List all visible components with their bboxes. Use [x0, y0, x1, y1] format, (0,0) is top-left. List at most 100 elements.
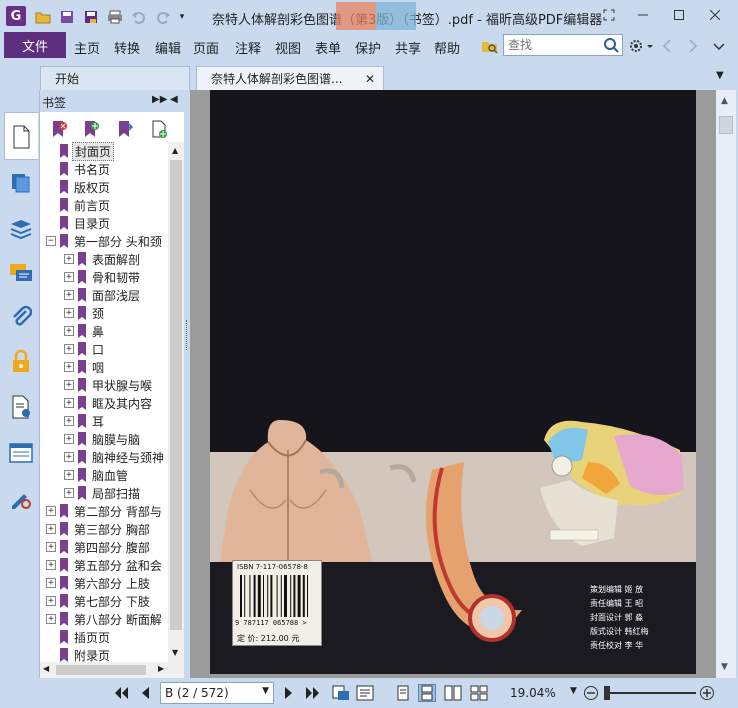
expand-node-icon[interactable]: + — [46, 524, 56, 534]
bookmark-item[interactable]: + 第七部分 下肢 — [46, 592, 152, 610]
bookmark-item[interactable]: 附录页 — [46, 646, 112, 662]
comments-icon[interactable] — [8, 260, 34, 286]
document-scroll-thumb[interactable] — [719, 116, 733, 134]
save-icon[interactable] — [58, 8, 76, 26]
expand-node-icon[interactable]: + — [64, 272, 74, 282]
signature-pen-icon[interactable] — [8, 486, 34, 512]
tab-start[interactable]: 开始 — [40, 66, 190, 90]
print-icon[interactable] — [106, 8, 124, 26]
bookmark-item[interactable]: + 眶及其内容 — [64, 394, 154, 412]
maximize-button[interactable] — [668, 6, 690, 24]
menu-tab-share[interactable]: 共享 — [395, 38, 421, 57]
expand-node-icon[interactable]: + — [64, 416, 74, 426]
expand-node-icon[interactable]: + — [46, 596, 56, 606]
bookmark-item[interactable]: 版权页 — [46, 178, 112, 196]
close-tab-icon[interactable]: ✕ — [365, 72, 375, 86]
tab-document[interactable]: 奈特人体解剖彩色图谱... ✕ — [196, 66, 384, 90]
menu-tab-convert[interactable]: 转换 — [114, 38, 140, 57]
document-vertical-scrollbar[interactable]: ▲ ▼ — [716, 90, 736, 678]
single-page-view-icon[interactable] — [394, 684, 412, 702]
panel-options-icon[interactable]: ▶▶ — [152, 94, 167, 105]
close-window-button[interactable] — [704, 6, 726, 24]
zoom-slider-thumb[interactable] — [604, 686, 610, 700]
bookmark-item[interactable]: 书名页 — [46, 160, 112, 178]
bookmark-item[interactable]: + 第四部分 腹部 — [46, 538, 152, 556]
zoom-slider-track[interactable] — [604, 692, 696, 694]
zoom-out-icon[interactable] — [582, 684, 600, 702]
scroll-left-icon[interactable]: ◀ — [43, 664, 49, 673]
bookmark-item[interactable]: + 骨和韧带 — [64, 268, 142, 286]
bookmark-item[interactable]: + 第五部分 盆和会 — [46, 556, 164, 574]
attachments-paperclip-icon[interactable] — [8, 304, 34, 330]
bookmark-item[interactable]: 目录页 — [46, 214, 112, 232]
file-menu-tab[interactable]: 文件 — [4, 32, 66, 58]
expand-node-icon[interactable]: + — [64, 290, 74, 300]
page-number-selector[interactable]: B (2 / 572) ▼ — [160, 682, 274, 704]
layers-pages-icon[interactable] — [8, 170, 34, 196]
bookmark-item[interactable]: − 第一部分 头和颈 — [46, 232, 164, 250]
expand-node-icon[interactable]: + — [46, 614, 56, 624]
bookmark-item[interactable]: + 咽 — [64, 358, 106, 376]
scroll-right-icon[interactable]: ▶ — [158, 664, 164, 673]
document-view[interactable]: 策划编辑 姬 放 责任编辑 王 昭 封面设计 郭 淼 版式设计 韩红梅 责任校对… — [190, 90, 716, 678]
expand-node-icon[interactable]: + — [64, 452, 74, 462]
expand-node-icon[interactable]: + — [64, 488, 74, 498]
previous-page-icon[interactable] — [136, 684, 154, 702]
continuous-view-icon[interactable] — [418, 684, 436, 702]
add-bookmark-icon[interactable] — [80, 118, 102, 140]
zoom-dropdown-icon[interactable]: ▼ — [570, 686, 577, 696]
facing-view-icon[interactable] — [444, 684, 462, 702]
new-bookmark-page-icon[interactable] — [148, 118, 170, 140]
redo-icon[interactable] — [154, 8, 172, 26]
bookmark-horizontal-scrollbar[interactable]: ◀ ▶ — [40, 662, 184, 678]
first-page-icon[interactable] — [112, 684, 130, 702]
zoom-level[interactable]: 19.04% — [510, 686, 556, 700]
bookmark-item[interactable]: + 第三部分 胸部 — [46, 520, 152, 538]
delete-bookmark-icon[interactable] — [48, 118, 70, 140]
content-search-icon[interactable] — [8, 394, 34, 420]
expand-node-icon[interactable]: + — [64, 308, 74, 318]
bookmark-item[interactable]: + 口 — [64, 340, 106, 358]
fields-list-icon[interactable] — [8, 440, 34, 466]
search-icon[interactable] — [602, 36, 620, 54]
menu-tab-view[interactable]: 视图 — [275, 38, 301, 57]
nav-forward-icon[interactable] — [686, 38, 700, 54]
expand-node-icon[interactable]: + — [64, 398, 74, 408]
fullscreen-icon[interactable] — [598, 6, 620, 24]
bookmark-item[interactable]: 插页页 — [46, 628, 112, 646]
expand-node-icon[interactable]: + — [64, 362, 74, 372]
expand-node-icon[interactable]: + — [64, 470, 74, 480]
scroll-down-icon[interactable]: ▼ — [172, 648, 178, 657]
bookmark-item[interactable]: 封面页 — [46, 142, 115, 161]
bookmark-item[interactable]: + 表面解剖 — [64, 250, 142, 268]
bookmark-item[interactable]: + 局部扫描 — [64, 484, 142, 502]
save-as-icon[interactable] — [82, 8, 100, 26]
last-page-icon[interactable] — [304, 684, 322, 702]
bookmark-item[interactable]: + 脑血管 — [64, 466, 130, 484]
expand-node-icon[interactable]: + — [46, 578, 56, 588]
tab-list-dropdown-icon[interactable]: ▼ — [716, 70, 724, 81]
collapse-panel-icon[interactable]: ◀ — [170, 94, 178, 105]
bookmark-item[interactable]: + 脑膜与脑 — [64, 430, 142, 448]
minimize-button[interactable] — [632, 6, 654, 24]
bookmark-item[interactable]: 前言页 — [46, 196, 112, 214]
app-logo-icon[interactable]: G — [6, 6, 26, 26]
search-input[interactable] — [504, 35, 600, 55]
menu-tab-protect[interactable]: 保护 — [355, 38, 381, 57]
bookmark-item[interactable]: + 甲状腺与喉 — [64, 376, 154, 394]
page-thumbnails-icon[interactable] — [8, 124, 34, 150]
bookmark-item[interactable]: + 面部浅层 — [64, 286, 142, 304]
settings-gear-icon[interactable] — [628, 37, 654, 55]
find-folder-icon[interactable] — [480, 36, 500, 56]
bookmark-vertical-scrollbar[interactable]: ▲ ▼ — [168, 142, 184, 662]
expand-node-icon[interactable]: + — [46, 560, 56, 570]
expand-node-icon[interactable]: + — [46, 506, 56, 516]
expand-node-icon[interactable]: + — [46, 542, 56, 552]
collapse-ribbon-icon[interactable] — [712, 38, 726, 54]
bookmark-item[interactable]: + 第六部分 上肢 — [46, 574, 152, 592]
menu-tab-edit[interactable]: 编辑 — [155, 38, 181, 57]
expand-node-icon[interactable]: + — [64, 326, 74, 336]
nav-back-icon[interactable] — [660, 38, 674, 54]
undo-icon[interactable] — [130, 8, 148, 26]
bookmark-item[interactable]: + 第八部分 断面解 — [46, 610, 164, 628]
